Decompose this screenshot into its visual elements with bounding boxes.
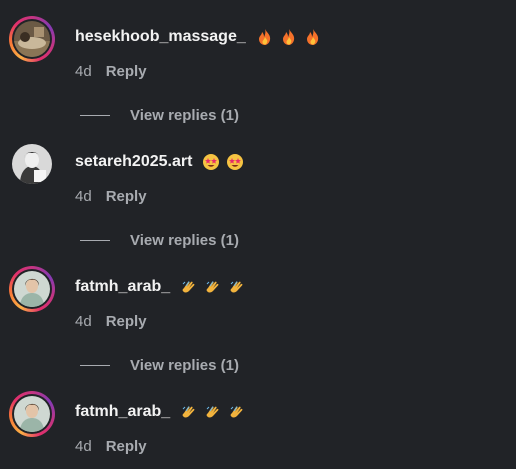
- sketch-portrait-avatar: [12, 144, 52, 184]
- comment-timestamp: 4d: [75, 63, 92, 80]
- replies-divider: [80, 240, 110, 241]
- comment-text: [180, 403, 252, 421]
- comment-timestamp: 4d: [75, 438, 92, 455]
- comment-text: [180, 278, 252, 296]
- clapping-hands-emoji: [182, 281, 195, 293]
- view-replies-button[interactable]: View replies (1): [80, 107, 239, 124]
- comment-text: [256, 28, 328, 46]
- reply-button[interactable]: Reply: [106, 438, 147, 455]
- comment-text: [202, 153, 250, 171]
- username-link[interactable]: hesekhoob_massage_: [75, 28, 246, 46]
- reply-button[interactable]: Reply: [106, 63, 147, 80]
- view-replies-label: View replies (1): [130, 357, 239, 374]
- woman-portrait-avatar: [14, 271, 50, 307]
- star-struck-emoji: [203, 154, 220, 170]
- comment-item: fatmh_arab_ 4d Reply View replies (1): [0, 266, 516, 376]
- comment-timestamp: 4d: [75, 313, 92, 330]
- avatar-border: [12, 269, 52, 309]
- avatar[interactable]: [9, 391, 55, 437]
- comment-item: hesekhoob_massage_ 4d Reply View replies…: [0, 16, 516, 126]
- view-replies-button[interactable]: View replies (1): [80, 232, 239, 249]
- clapping-hands-emoji: [206, 281, 219, 293]
- reply-button[interactable]: Reply: [106, 188, 147, 205]
- username-link[interactable]: setareh2025.art: [75, 153, 192, 171]
- avatar-border: [12, 19, 52, 59]
- comment-item: fatmh_arab_ 4d Reply: [0, 391, 516, 461]
- avatar[interactable]: [9, 16, 55, 62]
- fire-emoji: [306, 29, 318, 45]
- comment-timestamp: 4d: [75, 188, 92, 205]
- fire-emoji: [258, 29, 270, 45]
- clapping-hands-emoji: [182, 406, 195, 418]
- username-link[interactable]: fatmh_arab_: [75, 278, 170, 296]
- clapping-hands-emoji: [230, 406, 243, 418]
- view-replies-label: View replies (1): [130, 232, 239, 249]
- comments-feed: hesekhoob_massage_ 4d Reply View replies…: [0, 0, 516, 469]
- clapping-hands-emoji: [230, 281, 243, 293]
- avatar[interactable]: [9, 141, 55, 187]
- clapping-hands-emoji: [206, 406, 219, 418]
- replies-divider: [80, 115, 110, 116]
- star-struck-emoji: [227, 154, 244, 170]
- view-replies-label: View replies (1): [130, 107, 239, 124]
- avatar-border: [12, 394, 52, 434]
- fire-emoji: [282, 29, 294, 45]
- massage-photo-avatar: [14, 21, 50, 57]
- woman-portrait-avatar: [14, 396, 50, 432]
- view-replies-button[interactable]: View replies (1): [80, 357, 239, 374]
- username-link[interactable]: fatmh_arab_: [75, 403, 170, 421]
- reply-button[interactable]: Reply: [106, 313, 147, 330]
- replies-divider: [80, 365, 110, 366]
- avatar[interactable]: [9, 266, 55, 312]
- comment-item: setareh2025.art 4d Reply View replies (1…: [0, 141, 516, 251]
